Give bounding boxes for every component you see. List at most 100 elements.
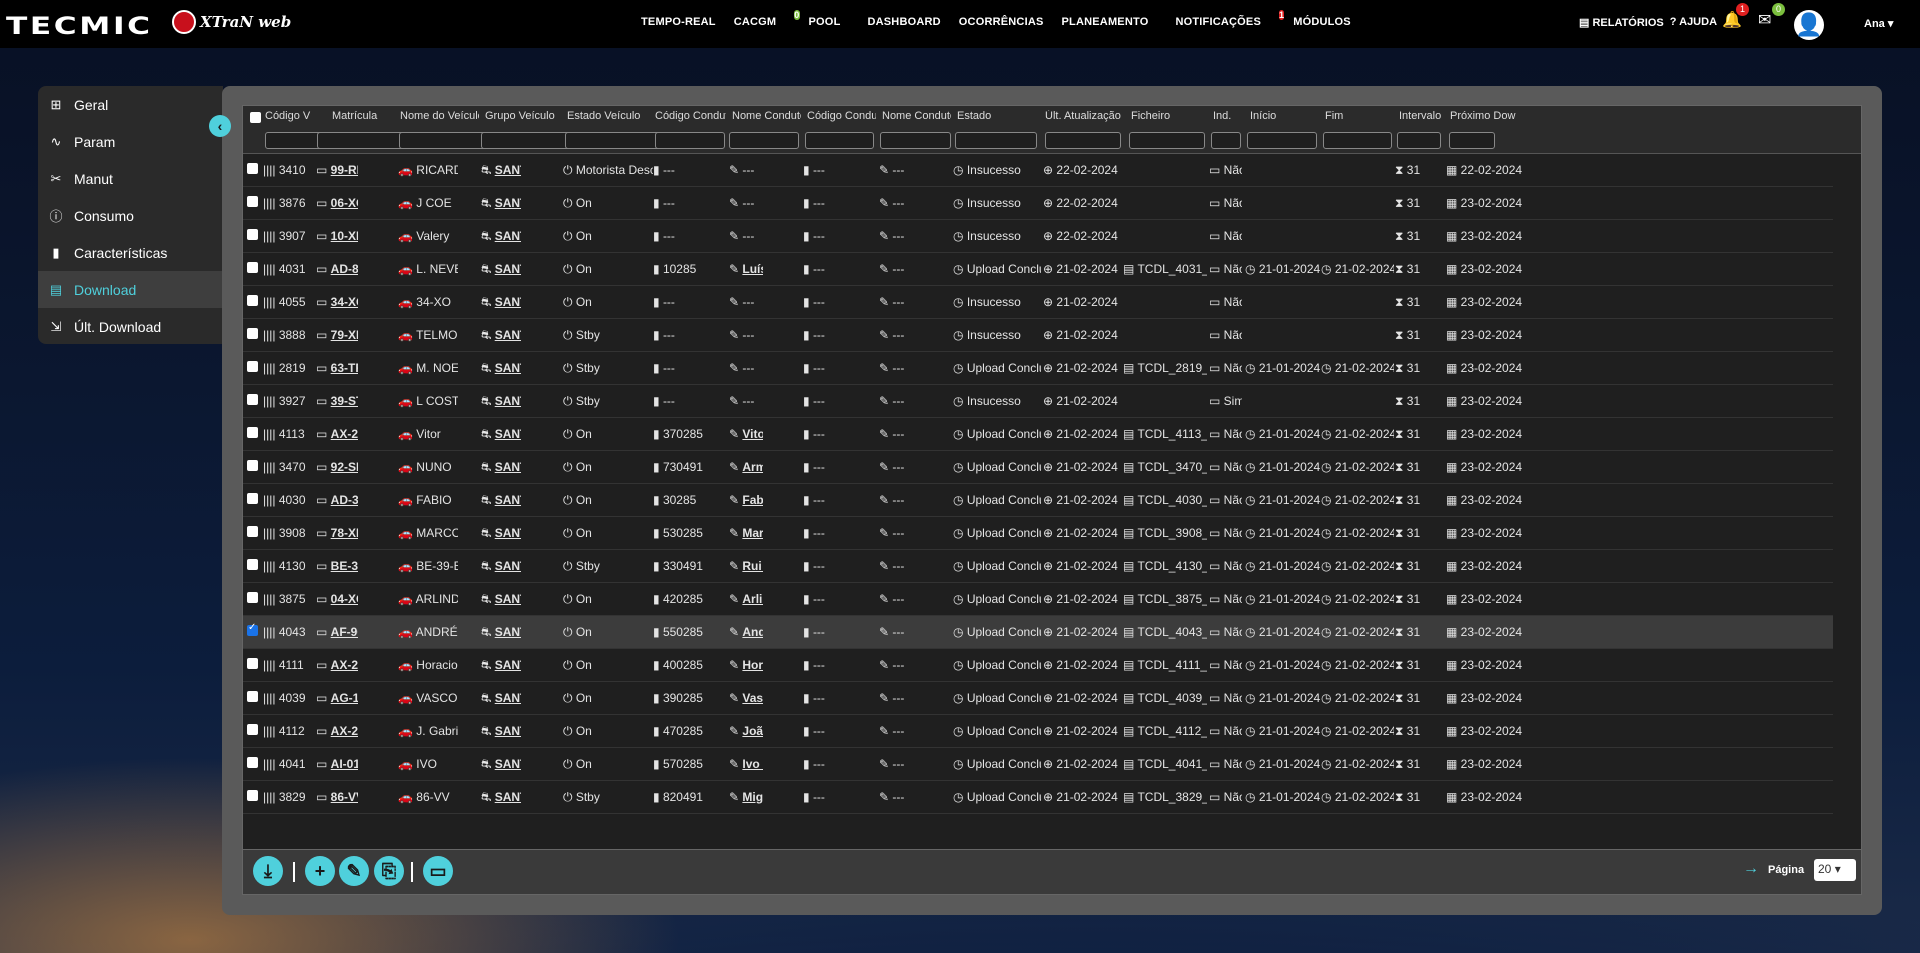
card-button[interactable]: ▭ <box>423 856 453 886</box>
column-header[interactable]: Início <box>1250 110 1319 122</box>
column-filter-input[interactable] <box>1449 132 1495 149</box>
bell-icon[interactable]: 🔔 1 <box>1722 3 1749 29</box>
mail-icon[interactable]: ✉ 0 <box>1758 3 1785 29</box>
column-header[interactable]: Grupo Veículo <box>485 110 561 122</box>
column-filter-input[interactable] <box>317 132 405 149</box>
column-header[interactable]: Últ. Atualização <box>1045 110 1125 122</box>
row-checkbox[interactable] <box>247 724 258 735</box>
cell-dname[interactable]: ✎ Hora <box>729 658 763 672</box>
table-row[interactable]: |||| 3888▭ 79-XF🚗 TELMO⛐ SANT⏻ Stby▮ ---… <box>243 319 1833 352</box>
cell-dname[interactable]: ✎ Arlin <box>729 592 763 606</box>
cell-plate[interactable]: ▭ AF-96 <box>316 625 358 639</box>
cell-plate[interactable]: ▭ 86-VV <box>316 790 358 804</box>
row-checkbox[interactable] <box>247 493 258 504</box>
cell-dname[interactable]: ✎ --- <box>729 295 763 309</box>
cell-dname[interactable]: ✎ --- <box>729 229 763 243</box>
sidebar-item-5[interactable]: ▤ Download <box>38 271 223 308</box>
table-row[interactable]: |||| 4055▭ 34-XC🚗 34-XO⛐ SANT⏻ On▮ ---✎ … <box>243 286 1833 319</box>
column-header[interactable]: Código V <box>265 110 326 122</box>
cell-dname[interactable]: ✎ --- <box>729 394 763 408</box>
table-row[interactable]: |||| 4111▭ AX-28🚗 Horacio⛐ SANT⏻ On▮ 400… <box>243 649 1833 682</box>
cell-dname[interactable]: ✎ And <box>729 625 763 639</box>
download-button[interactable]: ⤓ <box>253 856 283 886</box>
table-row[interactable]: |||| 4113▭ AX-27🚗 Vitor⛐ SANT⏻ On▮ 37028… <box>243 418 1833 451</box>
row-checkbox[interactable] <box>247 328 258 339</box>
cell-plate[interactable]: ▭ 10-XE <box>316 229 358 243</box>
cell-dname[interactable]: ✎ João <box>729 724 763 738</box>
column-header[interactable]: Estado Veículo <box>567 110 649 122</box>
cell-group[interactable]: ⛐ SANT <box>481 658 521 674</box>
cell-group[interactable]: ⛐ SANT <box>481 724 521 740</box>
table-row[interactable]: |||| 3470▭ 92-SD🚗 NUNO⛐ SANT⏻ On▮ 730491… <box>243 451 1833 484</box>
table-row[interactable]: |||| 3908▭ 78-XF🚗 MARCO⛐ SANT⏻ On▮ 53028… <box>243 517 1833 550</box>
column-filter-input[interactable] <box>1247 132 1317 149</box>
sidebar-item-1[interactable]: ∿ Param <box>38 123 223 160</box>
avatar[interactable]: 👤 <box>1794 10 1824 40</box>
cell-group[interactable]: ⛐ SANT <box>481 691 521 707</box>
cell-group[interactable]: ⛐ SANT <box>481 361 521 377</box>
table-row[interactable]: |||| 3876▭ 06-XC🚗 J COE⛐ SANT⏻ On▮ ---✎ … <box>243 187 1833 220</box>
xtran-web-logo[interactable]: XTraN web <box>172 10 291 34</box>
export-file-button[interactable]: ⎘ <box>374 856 404 886</box>
row-checkbox[interactable] <box>247 394 258 405</box>
cell-dname[interactable]: ✎ Marc <box>729 526 763 540</box>
nav-item-7[interactable]: MÓDULOS <box>1293 16 1360 29</box>
cell-dname[interactable]: ✎ Rui I <box>729 559 763 573</box>
column-header[interactable]: Código Conduto <box>807 110 876 122</box>
nav-item-2[interactable]: POOL <box>809 16 859 29</box>
column-filter-input[interactable] <box>565 132 666 149</box>
column-header[interactable]: Estado <box>957 110 1039 122</box>
row-checkbox[interactable] <box>247 592 258 603</box>
reports-link[interactable]: ▤ RELATÓRIOS <box>1579 16 1664 29</box>
cell-group[interactable]: ⛐ SANT <box>481 592 521 608</box>
column-header[interactable]: Nome Conduto <box>882 110 951 122</box>
cell-plate[interactable]: ▭ 78-XF <box>316 526 358 540</box>
cell-plate[interactable]: ▭ 06-XC <box>316 196 358 210</box>
cell-group[interactable]: ⛐ SANT <box>481 229 521 245</box>
column-filter-input[interactable] <box>1129 132 1205 149</box>
row-checkbox[interactable] <box>247 295 258 306</box>
row-checkbox[interactable] <box>247 163 258 174</box>
column-header[interactable]: Ficheiro <box>1131 110 1207 122</box>
user-menu[interactable]: Ana ▾ <box>1864 17 1893 30</box>
table-row[interactable]: |||| 4030▭ AD-38🚗 FABIO⛐ SANT⏻ On▮ 30285… <box>243 484 1833 517</box>
nav-item-3[interactable]: DASHBOARD <box>867 16 949 29</box>
cell-group[interactable]: ⛐ SANT <box>481 163 521 179</box>
column-header[interactable]: Código Conduto <box>655 110 726 122</box>
row-checkbox[interactable] <box>247 361 258 372</box>
edit-button[interactable]: ✎ <box>339 856 369 886</box>
cell-group[interactable]: ⛐ SANT <box>481 526 521 542</box>
row-checkbox[interactable] <box>247 790 258 801</box>
cell-dname[interactable]: ✎ Fabi <box>729 493 763 507</box>
row-checkbox[interactable] <box>247 196 258 207</box>
row-checkbox[interactable] <box>247 229 258 240</box>
cell-plate[interactable]: ▭ AD-38 <box>316 493 358 507</box>
cell-plate[interactable]: ▭ AI-01 <box>316 757 358 771</box>
column-filter-input[interactable] <box>955 132 1037 149</box>
cell-group[interactable]: ⛐ SANT <box>481 625 521 641</box>
cell-dname[interactable]: ✎ Ivo A <box>729 757 763 771</box>
sidebar-item-6[interactable]: ⇲ Últ. Download <box>38 308 223 345</box>
cell-dname[interactable]: ✎ --- <box>729 361 763 375</box>
cell-plate[interactable]: ▭ 92-SD <box>316 460 358 474</box>
table-row[interactable]: |||| 4112▭ AX-29🚗 J. Gabriel⛐ SANT⏻ On▮ … <box>243 715 1833 748</box>
cell-group[interactable]: ⛐ SANT <box>481 427 521 443</box>
cell-plate[interactable]: ▭ AG-19 <box>316 691 358 705</box>
column-header[interactable]: Matrícula <box>332 110 394 122</box>
table-row[interactable]: |||| 3829▭ 86-VV🚗 86-VV⛐ SANT⏻ Stby▮ 820… <box>243 781 1833 814</box>
cell-plate[interactable]: ▭ AX-27 <box>316 427 358 441</box>
table-row[interactable]: |||| 3907▭ 10-XE🚗 Valery⛐ SANT⏻ On▮ ---✎… <box>243 220 1833 253</box>
row-checkbox[interactable] <box>247 658 258 669</box>
table-row[interactable]: |||| 4039▭ AG-19🚗 VASCO⛐ SANT⏻ On▮ 39028… <box>243 682 1833 715</box>
column-header[interactable]: Próximo Dow <box>1450 110 1529 122</box>
sidebar-item-3[interactable]: ⓘ Consumo <box>38 197 223 234</box>
column-filter-input[interactable] <box>880 132 951 149</box>
cell-dname[interactable]: ✎ Vasc <box>729 691 763 705</box>
column-header[interactable]: Nome Conduto <box>732 110 801 122</box>
cell-group[interactable]: ⛐ SANT <box>481 196 521 212</box>
cell-plate[interactable]: ▭ 34-XC <box>316 295 358 309</box>
column-filter-input[interactable] <box>481 132 571 149</box>
row-checkbox[interactable] <box>247 460 258 471</box>
cell-dname[interactable]: ✎ Arm <box>729 460 763 474</box>
sidebar-item-0[interactable]: ⊞ Geral <box>38 86 223 123</box>
